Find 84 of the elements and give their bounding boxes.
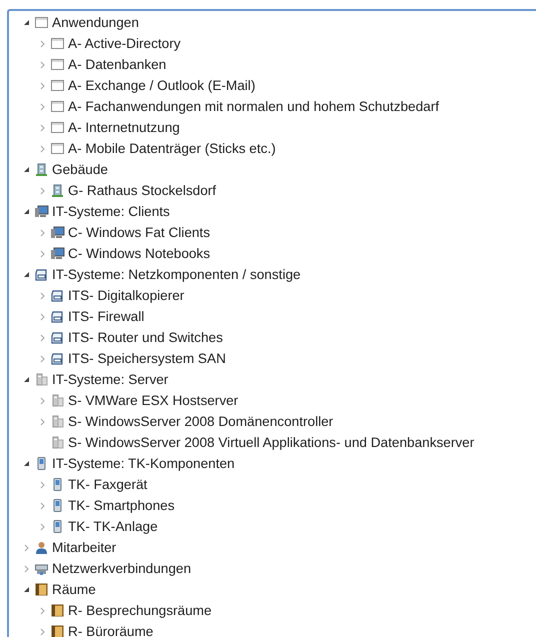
tree-item-label[interactable]: Anwendungen	[52, 15, 139, 30]
collapsed-chevron-icon[interactable]	[40, 480, 45, 488]
server-icon	[34, 372, 49, 387]
expanded-triangle-icon[interactable]	[23, 271, 30, 278]
expanded-triangle-icon[interactable]	[23, 19, 30, 26]
tree-item-label[interactable]: Gebäude	[52, 162, 108, 177]
door-icon	[34, 582, 49, 597]
collapsed-chevron-icon[interactable]	[40, 40, 45, 48]
collapsed-chevron-icon[interactable]	[40, 522, 45, 530]
tree-item-label[interactable]: A- Mobile Datenträger (Sticks etc.)	[68, 141, 276, 156]
tree-item-label[interactable]: R- Büroräume	[68, 624, 154, 637]
computer-icon	[34, 204, 49, 219]
expanded-triangle-icon[interactable]	[23, 208, 30, 215]
device-icon	[50, 288, 65, 303]
collapsed-chevron-icon[interactable]	[40, 60, 45, 68]
collapsed-chevron-icon[interactable]	[40, 334, 45, 342]
collapsed-chevron-icon[interactable]	[40, 418, 45, 426]
collapsed-chevron-icon[interactable]	[40, 102, 45, 110]
tree-item-label[interactable]: ITS- Digitalkopierer	[68, 288, 184, 303]
tree-item-label[interactable]: ITS- Speichersystem SAN	[68, 351, 226, 366]
tree-item-label[interactable]: A- Internetnutzung	[68, 120, 180, 135]
collapsed-chevron-icon[interactable]	[24, 544, 29, 552]
tree-item-label[interactable]: S- WindowsServer 2008 Domänencontroller	[68, 414, 334, 429]
tree-item-label[interactable]: Mitarbeiter	[52, 540, 116, 555]
window-icon	[50, 36, 65, 51]
building-icon	[34, 162, 49, 177]
expanded-triangle-icon[interactable]	[23, 166, 30, 173]
window-icon	[34, 15, 49, 30]
collapsed-chevron-icon[interactable]	[24, 564, 29, 572]
collapsed-chevron-icon[interactable]	[40, 82, 45, 90]
window-icon	[50, 99, 65, 114]
door-icon	[50, 603, 65, 618]
collapsed-chevron-icon[interactable]	[40, 144, 45, 152]
collapsed-chevron-icon[interactable]	[40, 312, 45, 320]
tree-item-label[interactable]: A- Active-Directory	[68, 36, 181, 51]
tree-item-label[interactable]: IT-Systeme: Netzkomponenten / sonstige	[52, 267, 301, 282]
collapsed-chevron-icon[interactable]	[40, 502, 45, 510]
tree-item-label[interactable]: IT-Systeme: Server	[52, 372, 168, 387]
tree-item-label[interactable]: IT-Systeme: TK-Komponenten	[52, 456, 235, 471]
door-icon	[50, 624, 65, 637]
tree-item-label[interactable]: G- Rathaus Stockelsdorf	[68, 183, 216, 198]
person-icon	[34, 540, 49, 555]
tree-item-label[interactable]: R- Besprechungsräume	[68, 603, 212, 618]
tree-item-label[interactable]: TK- Smartphones	[68, 498, 175, 513]
tree-item-label[interactable]: ITS- Router und Switches	[68, 330, 223, 345]
collapsed-chevron-icon[interactable]	[40, 250, 45, 258]
collapsed-chevron-icon[interactable]	[40, 628, 45, 636]
collapsed-chevron-icon[interactable]	[40, 292, 45, 300]
computer-icon	[50, 225, 65, 240]
collapsed-chevron-icon[interactable]	[40, 186, 45, 194]
device-icon	[34, 267, 49, 282]
window-icon	[50, 141, 65, 156]
tree-item-label[interactable]: A- Fachanwendungen mit normalen und hohem Schutzbedarf	[68, 99, 440, 114]
tree-item-label[interactable]: Räume	[52, 582, 96, 597]
computer-icon	[50, 246, 65, 261]
tree-item-label[interactable]: A- Datenbanken	[68, 57, 166, 72]
building-icon	[50, 183, 65, 198]
server-icon	[50, 414, 65, 429]
window-icon	[50, 120, 65, 135]
tree-item-label[interactable]: ITS- Firewall	[68, 309, 144, 324]
expanded-triangle-icon[interactable]	[23, 586, 30, 593]
tree-item-label[interactable]: TK- Faxgerät	[68, 477, 148, 492]
device-icon	[50, 351, 65, 366]
expanded-triangle-icon[interactable]	[23, 376, 30, 383]
tree-item-label[interactable]: TK- TK-Anlage	[68, 519, 158, 534]
collapsed-chevron-icon[interactable]	[40, 124, 45, 132]
server-icon	[50, 393, 65, 408]
tree-item-label[interactable]: S- VMWare ESX Hostserver	[68, 393, 238, 408]
collapsed-chevron-icon[interactable]	[40, 396, 45, 404]
collapsed-chevron-icon[interactable]	[40, 354, 45, 362]
tree-item-label[interactable]: C- Windows Fat Clients	[68, 225, 210, 240]
tree-item-label[interactable]: A- Exchange / Outlook (E-Mail)	[68, 78, 256, 93]
collapsed-chevron-icon[interactable]	[40, 228, 45, 236]
tree-item-label[interactable]: C- Windows Notebooks	[68, 246, 210, 261]
tree-item-label[interactable]: S- WindowsServer 2008 Virtuell Applikations- und Datenbankserver	[68, 435, 474, 450]
collapsed-chevron-icon[interactable]	[40, 606, 45, 614]
device-icon	[50, 309, 65, 324]
device-icon	[50, 330, 65, 345]
window-icon	[50, 57, 65, 72]
expanded-triangle-icon[interactable]	[23, 460, 30, 467]
tree-item-label[interactable]: Netzwerkverbindungen	[52, 561, 192, 576]
server-icon	[50, 435, 65, 450]
tree-item-label[interactable]: IT-Systeme: Clients	[52, 204, 170, 219]
window-icon	[50, 78, 65, 93]
